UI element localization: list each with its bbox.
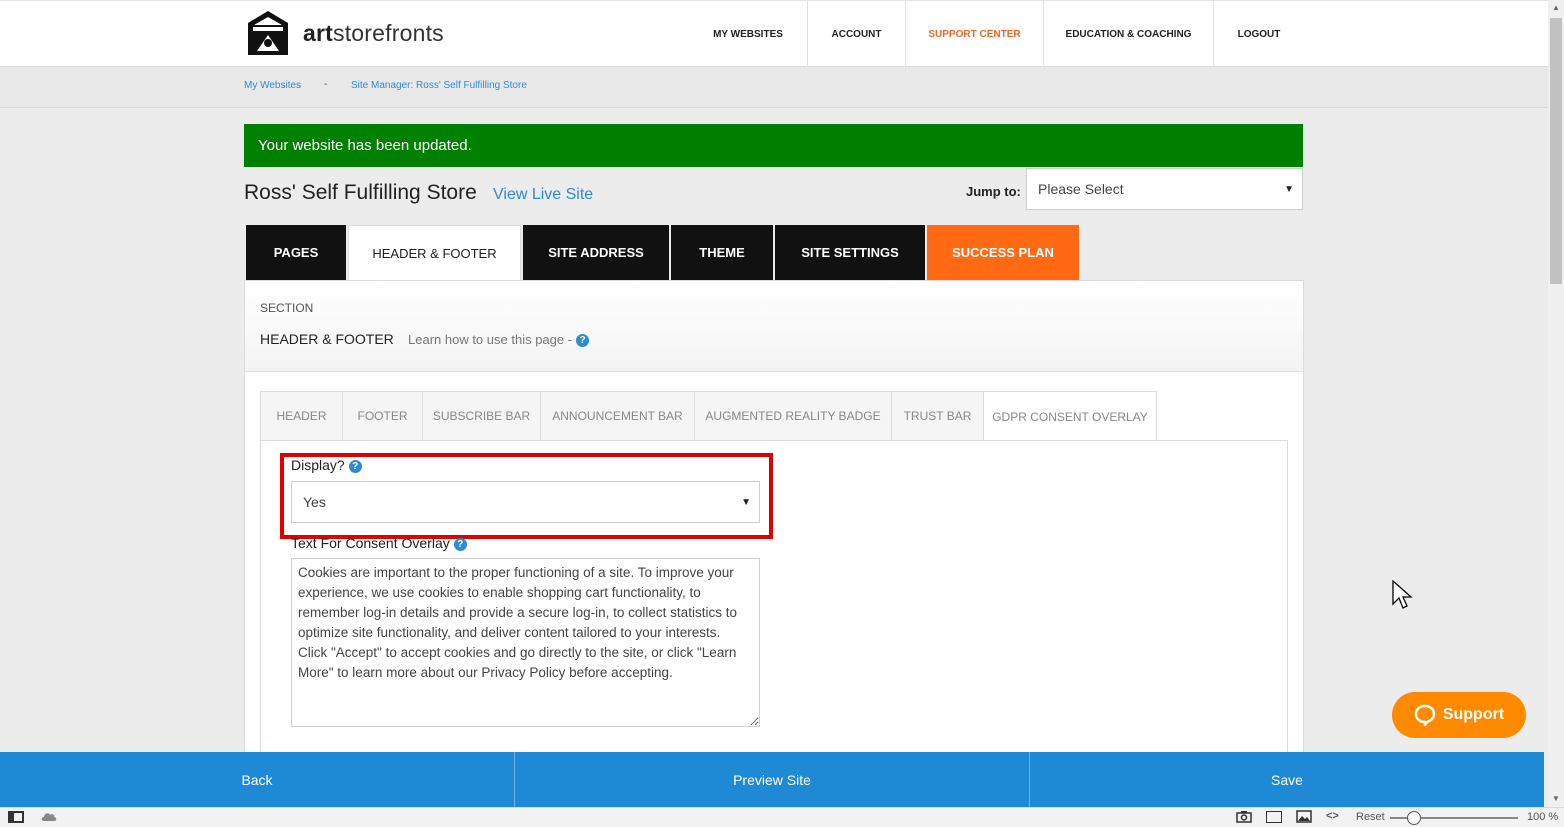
window-icon[interactable] xyxy=(1266,811,1282,823)
chat-bubble-icon xyxy=(1414,704,1436,726)
bottom-action-bar: Back Preview Site Save xyxy=(0,752,1544,807)
tab-theme[interactable]: THEME xyxy=(671,225,773,280)
support-label: Support xyxy=(1442,706,1505,723)
breadcrumb: My Websites - Site Manager: Ross' Self F… xyxy=(0,67,1548,108)
learn-how-text: Learn how to use this page - xyxy=(408,332,573,347)
section-header: SECTION HEADER & FOOTER Learn how to use… xyxy=(245,281,1303,372)
consent-text-label: Text For Consent Overlay? xyxy=(291,535,467,551)
chevron-down-icon: ▼ xyxy=(1284,183,1294,195)
storefront-logo-icon xyxy=(248,11,288,55)
jump-to-label: Jump to: xyxy=(966,184,1021,199)
back-button[interactable]: Back xyxy=(0,752,515,807)
subtab-announcement-bar[interactable]: ANNOUNCEMENT BAR xyxy=(540,391,694,441)
subtab-header[interactable]: HEADER xyxy=(260,391,342,441)
nav-education-coaching[interactable]: EDUCATION & COACHING xyxy=(1044,1,1214,67)
section-label: SECTION xyxy=(260,301,314,315)
page-title: Ross' Self Fulfilling Store xyxy=(244,181,477,204)
breadcrumb-site-manager[interactable]: Site Manager: Ross' Self Fulfilling Stor… xyxy=(351,80,527,91)
nav-account[interactable]: ACCOUNT xyxy=(808,1,906,67)
consent-overlay-textarea[interactable]: Cookies are important to the proper func… xyxy=(291,558,760,727)
main-tabs: PAGES HEADER & FOOTER SITE ADDRESS THEME… xyxy=(246,225,1081,281)
zoom-level: 100 % xyxy=(1527,811,1559,823)
subtab-subscribe-bar[interactable]: SUBSCRIBE BAR xyxy=(422,391,540,441)
scroll-thumb[interactable] xyxy=(1550,18,1562,284)
zoom-slider-handle[interactable] xyxy=(1407,811,1421,825)
brand-logo[interactable]: artstorefronts xyxy=(243,9,444,57)
highlight-annotation xyxy=(280,453,773,539)
nav-support-center[interactable]: SUPPORT CENTER xyxy=(906,1,1044,67)
help-icon[interactable]: ? xyxy=(453,538,467,551)
help-icon[interactable]: ? xyxy=(576,334,590,347)
zoom-reset-button[interactable]: Reset xyxy=(1356,811,1385,823)
subtab-footer[interactable]: FOOTER xyxy=(342,391,422,441)
tab-site-address[interactable]: SITE ADDRESS xyxy=(523,225,669,280)
cloud-icon[interactable] xyxy=(40,810,58,825)
view-live-site-link[interactable]: View Live Site xyxy=(493,186,593,204)
nav-logout[interactable]: LOGOUT xyxy=(1214,1,1304,67)
browser-status-bar: <> Reset 100 % xyxy=(0,807,1564,827)
brand-name: artstorefronts xyxy=(303,19,444,46)
section-title: HEADER & FOOTER xyxy=(260,331,394,347)
jump-to-select[interactable]: Please Select ▼ xyxy=(1026,168,1303,210)
scroll-up-icon[interactable]: ▲ xyxy=(1552,3,1560,12)
subtab-trust-bar[interactable]: TRUST BAR xyxy=(891,391,983,441)
preview-site-button[interactable]: Preview Site xyxy=(515,752,1030,807)
learn-how-link[interactable]: Learn how to use this page -? xyxy=(408,332,590,347)
support-chat-button[interactable]: Support xyxy=(1392,692,1526,738)
save-button[interactable]: Save xyxy=(1030,752,1544,807)
success-alert: Your website has been updated. xyxy=(244,124,1303,167)
nav-my-websites[interactable]: MY WEBSITES xyxy=(689,1,808,67)
subtab-gdpr-consent-overlay[interactable]: GDPR CONSENT OVERLAY xyxy=(983,391,1157,442)
breadcrumb-my-websites[interactable]: My Websites xyxy=(244,80,301,91)
sub-tabs: HEADER FOOTER SUBSCRIBE BAR ANNOUNCEMENT… xyxy=(260,391,1157,442)
tab-header-footer[interactable]: HEADER & FOOTER xyxy=(348,225,521,281)
vertical-scrollbar[interactable]: ▲ ▼ xyxy=(1548,0,1564,808)
subtab-augmented-reality-badge[interactable]: AUGMENTED REALITY BADGE xyxy=(694,391,891,441)
code-icon[interactable]: <> xyxy=(1326,810,1339,822)
consent-label-text: Text For Consent Overlay xyxy=(291,535,450,551)
tab-success-plan[interactable]: SUCCESS PLAN xyxy=(927,225,1079,280)
top-navigation-bar: artstorefronts MY WEBSITES ACCOUNT SUPPO… xyxy=(0,0,1548,67)
breadcrumb-separator: - xyxy=(324,79,328,90)
camera-icon[interactable] xyxy=(1236,810,1252,826)
mouse-pointer-icon xyxy=(1392,580,1413,609)
panel-toggle-icon[interactable] xyxy=(8,811,24,823)
image-icon[interactable] xyxy=(1296,810,1312,826)
main-nav: MY WEBSITES ACCOUNT SUPPORT CENTER EDUCA… xyxy=(689,1,1304,67)
scroll-down-icon[interactable]: ▼ xyxy=(1552,794,1560,803)
jump-to-value: Please Select xyxy=(1038,181,1124,197)
tab-site-settings[interactable]: SITE SETTINGS xyxy=(775,225,925,280)
tab-pages[interactable]: PAGES xyxy=(246,225,346,280)
